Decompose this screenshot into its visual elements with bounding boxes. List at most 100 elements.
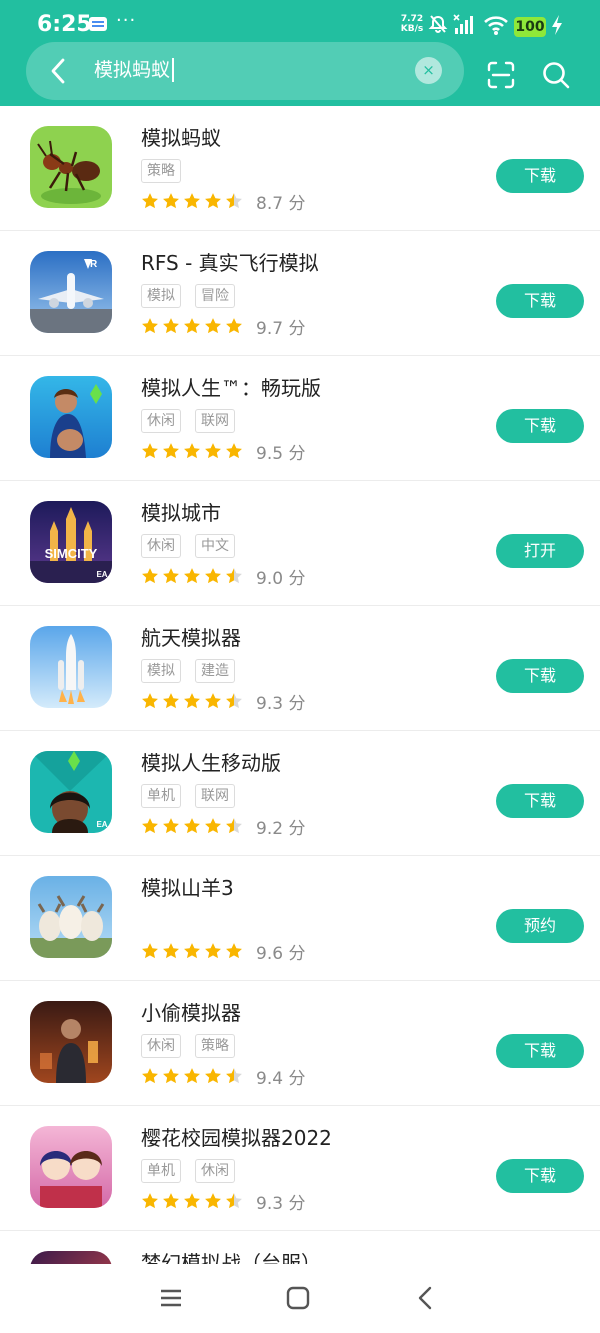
star-icon xyxy=(226,193,242,209)
app-list-item[interactable]: 航天模拟器 模拟 建造 9.3 分 下载 xyxy=(0,606,600,731)
category-tag: 模拟 xyxy=(141,659,181,683)
app-list-item[interactable]: 小偷模拟器休闲 策略 9.4 分 下载 xyxy=(0,981,600,1106)
app-action-button[interactable]: 下载 xyxy=(496,1159,584,1193)
app-action-button[interactable]: 打开 xyxy=(496,534,584,568)
app-action-button[interactable]: 预约 xyxy=(496,909,584,943)
app-action-button[interactable]: 下载 xyxy=(496,1034,584,1068)
langrisser-icon[interactable] xyxy=(30,1251,112,1264)
notification-card-icon xyxy=(89,17,107,31)
app-name[interactable]: 模拟人生移动版 xyxy=(141,747,281,776)
header: 6:25 ··· 7.72 KB/s 100 模拟蚂蚁 × xyxy=(0,0,600,106)
app-list-item[interactable]: 模拟人生™：畅玩版休闲 联网 9.5 分 下载 xyxy=(0,356,600,481)
rating: 9.3 分 xyxy=(141,690,306,714)
star-rating xyxy=(141,442,246,460)
app-action-button[interactable]: 下载 xyxy=(496,659,584,693)
rating: 9.6 分 xyxy=(141,940,305,964)
star-icon xyxy=(163,193,179,209)
home-icon[interactable] xyxy=(284,1284,312,1312)
star-icon xyxy=(142,193,158,209)
star-icon xyxy=(226,1193,242,1209)
publisher-badge: EA xyxy=(96,570,107,579)
star-icon xyxy=(142,1068,158,1084)
publisher-badge: EA xyxy=(96,820,107,829)
app-list-item[interactable]: 樱花校园模拟器2022 单机 休闲 9.3 分 下载 xyxy=(0,1106,600,1231)
app-name[interactable]: 樱花校园模拟器2022 xyxy=(141,1122,332,1151)
sims-mobile-icon[interactable]: EA xyxy=(30,751,112,833)
menu-icon[interactable] xyxy=(157,1284,185,1312)
app-name[interactable]: RFS - 真实飞行模拟 xyxy=(141,247,319,276)
charging-icon xyxy=(552,15,562,35)
network-speed-value: 7.72 xyxy=(400,14,424,24)
ant-icon[interactable] xyxy=(30,126,112,208)
app-action-button[interactable]: 下载 xyxy=(496,159,584,193)
star-icon xyxy=(205,818,221,834)
star-icon xyxy=(163,1193,179,1209)
rating: 9.2 分 xyxy=(141,815,306,839)
app-name[interactable]: 航天模拟器 xyxy=(141,622,241,651)
airplane-icon[interactable]: R xyxy=(30,251,112,333)
app-list-item[interactable]: 模拟蚂蚁 策略 8.7 分 下载 xyxy=(0,106,600,231)
app-action-button[interactable]: 下载 xyxy=(496,784,584,818)
star-icon xyxy=(226,818,242,834)
search-input[interactable]: 模拟蚂蚁 xyxy=(94,58,175,82)
wifi-icon xyxy=(484,16,508,35)
app-list-item[interactable]: SIMCITY EA 模拟城市 休闲 中文 9.0 分 打开 xyxy=(0,481,600,606)
category-tag: 联网 xyxy=(195,784,235,808)
rocket-icon[interactable] xyxy=(30,626,112,708)
sims-woman-icon[interactable] xyxy=(30,376,112,458)
category-tag: 冒险 xyxy=(195,284,235,308)
more-notifications-icon: ··· xyxy=(116,10,137,31)
star-icon xyxy=(184,943,200,959)
app-tags: 休闲 联网 xyxy=(141,409,249,433)
search-bar[interactable]: 模拟蚂蚁 × xyxy=(26,42,464,100)
app-list-item[interactable]: 梦幻模拟战（台服） xyxy=(0,1231,600,1264)
app-name[interactable]: 梦幻模拟战（台服） xyxy=(141,1247,321,1264)
star-icon xyxy=(205,443,221,459)
search-icon[interactable] xyxy=(541,60,571,90)
app-tags: 休闲 中文 xyxy=(141,534,249,558)
signal-icon xyxy=(453,14,473,34)
star-icon xyxy=(205,1193,221,1209)
star-icon xyxy=(184,318,200,334)
app-list-item[interactable]: 模拟山羊3 9.6 分 预约 xyxy=(0,856,600,981)
star-icon xyxy=(142,693,158,709)
star-icon xyxy=(226,1068,242,1084)
app-tags: 休闲 策略 xyxy=(141,1034,249,1058)
app-name[interactable]: 模拟人生™：畅玩版 xyxy=(141,372,321,401)
star-rating xyxy=(141,942,246,960)
star-icon xyxy=(142,568,158,584)
rating: 9.5 分 xyxy=(141,440,305,464)
app-name[interactable]: 模拟城市 xyxy=(141,497,221,526)
app-list-item[interactable]: EA 模拟人生移动版 单机 联网 9.2 分 下载 xyxy=(0,731,600,856)
app-action-button[interactable]: 下载 xyxy=(496,409,584,443)
app-icon-label: SIMCITY xyxy=(45,546,98,561)
star-rating xyxy=(141,1067,246,1085)
app-name[interactable]: 模拟蚂蚁 xyxy=(141,122,221,151)
app-list-item[interactable]: R RFS - 真实飞行模拟模拟 冒险 9.7 分 下载 xyxy=(0,231,600,356)
app-name[interactable]: 小偷模拟器 xyxy=(141,997,241,1026)
star-icon xyxy=(184,818,200,834)
anime-school-icon[interactable] xyxy=(30,1126,112,1208)
app-action-button[interactable]: 下载 xyxy=(496,284,584,318)
network-speed: 7.72 KB/s xyxy=(398,14,426,34)
star-rating xyxy=(141,1192,246,1210)
rating-score: 9.2 分 xyxy=(256,818,306,839)
rating: 9.4 分 xyxy=(141,1065,305,1089)
goats-icon[interactable] xyxy=(30,876,112,958)
rating: 9.3 分 xyxy=(141,1190,305,1214)
back-arrow-icon[interactable] xyxy=(46,56,70,86)
clear-search-button[interactable]: × xyxy=(415,57,442,84)
star-icon xyxy=(226,693,242,709)
scan-icon[interactable] xyxy=(486,60,516,90)
back-icon[interactable] xyxy=(412,1284,440,1312)
category-tag: 模拟 xyxy=(141,284,181,308)
star-icon xyxy=(142,1193,158,1209)
rating-score: 9.3 分 xyxy=(256,693,306,714)
app-tags: 策略 xyxy=(141,159,195,183)
thief-icon[interactable] xyxy=(30,1001,112,1083)
category-tag: 策略 xyxy=(195,1034,235,1058)
app-name[interactable]: 模拟山羊3 xyxy=(141,872,234,901)
star-icon xyxy=(163,943,179,959)
rating: 9.7 分 xyxy=(141,315,305,339)
simcity-icon[interactable]: SIMCITY EA xyxy=(30,501,112,583)
